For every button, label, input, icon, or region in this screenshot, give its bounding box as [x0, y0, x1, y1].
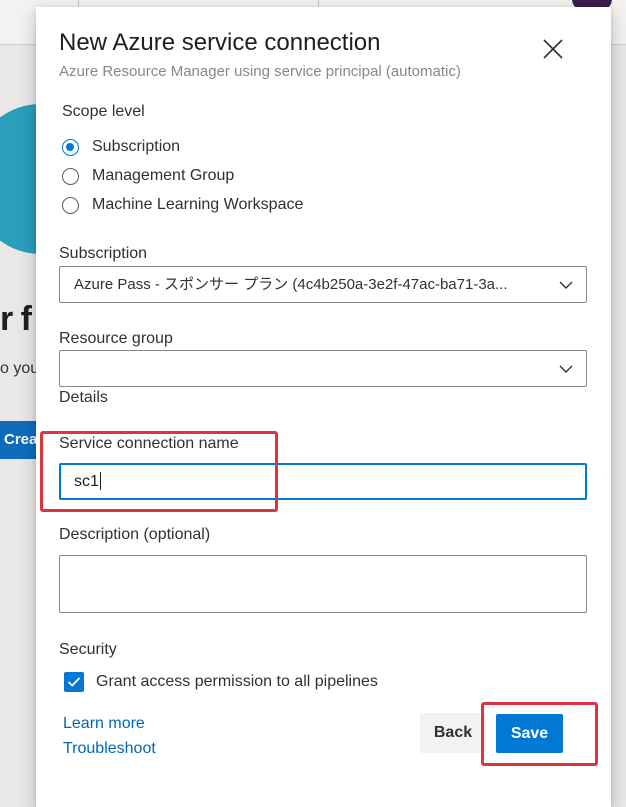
close-button[interactable]	[541, 37, 565, 61]
subscription-label: Subscription	[59, 245, 148, 262]
troubleshoot-link[interactable]: Troubleshoot	[63, 740, 156, 758]
grant-access-checkbox-row[interactable]: Grant access permission to all pipelines	[64, 672, 378, 692]
dialog-title: New Azure service connection	[59, 29, 381, 56]
checkmark-icon	[67, 677, 81, 687]
dialog-subtitle: Azure Resource Manager using service pri…	[59, 63, 461, 80]
subscription-dropdown[interactable]: Azure Pass - スポンサー プラン (4c4b250a-3e2f-47…	[59, 266, 587, 303]
radio-button[interactable]	[62, 196, 79, 214]
service-connection-name-input[interactable]: sc1	[59, 463, 587, 500]
scope-level-label: Scope level	[62, 103, 145, 120]
chevron-down-icon	[559, 365, 573, 373]
learn-more-link[interactable]: Learn more	[63, 715, 145, 733]
details-label: Details	[59, 389, 108, 406]
radio-button[interactable]	[62, 167, 79, 185]
radio-label: Management Group	[92, 167, 235, 184]
close-icon	[543, 39, 563, 59]
description-label: Description (optional)	[59, 526, 211, 543]
service-connection-name-value: sc1	[74, 473, 99, 490]
chevron-down-icon	[559, 281, 573, 289]
subscription-value: Azure Pass - スポンサー プラン (4c4b250a-3e2f-47…	[74, 276, 508, 293]
grant-access-label: Grant access permission to all pipelines	[96, 673, 378, 690]
background-text: o you	[0, 360, 40, 377]
resource-group-dropdown[interactable]	[59, 350, 587, 387]
text-caret	[99, 471, 101, 490]
radio-machine-learning-workspace[interactable]: Machine Learning Workspace	[62, 194, 303, 216]
resource-group-label: Resource group	[59, 330, 173, 347]
new-service-connection-dialog: New Azure service connection Azure Resou…	[36, 7, 611, 807]
radio-button-checked[interactable]	[62, 138, 79, 156]
service-connection-name-label: Service connection name	[59, 435, 239, 452]
radio-subscription[interactable]: Subscription	[62, 136, 180, 158]
security-label: Security	[59, 641, 117, 658]
radio-label: Machine Learning Workspace	[92, 196, 304, 213]
background-heading: r f	[0, 300, 32, 338]
radio-management-group[interactable]: Management Group	[62, 165, 234, 187]
radio-label: Subscription	[92, 138, 181, 155]
grant-access-checkbox[interactable]	[64, 672, 84, 692]
description-textarea[interactable]	[59, 555, 587, 613]
back-button[interactable]: Back	[420, 713, 486, 753]
save-button[interactable]: Save	[496, 714, 563, 753]
